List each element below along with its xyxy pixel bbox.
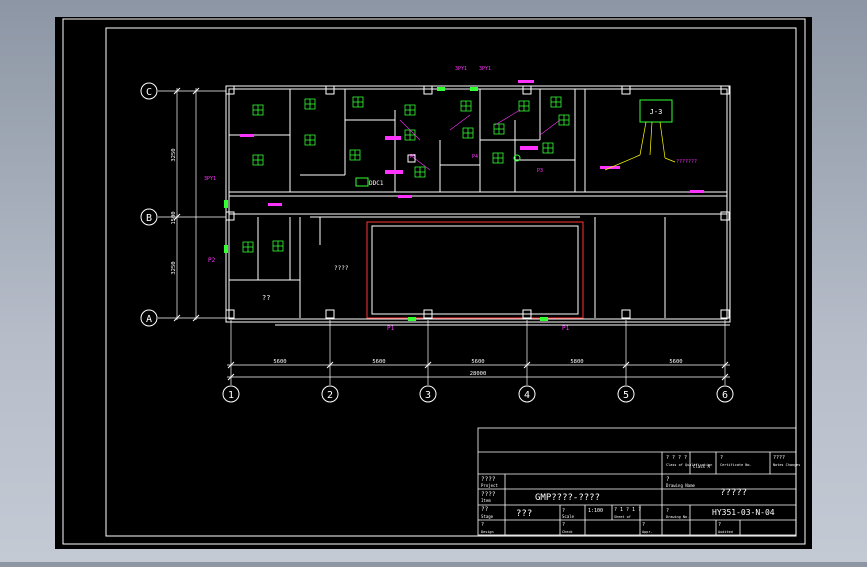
- col-axis-label: 5: [623, 390, 629, 401]
- col-axis-label: 2: [327, 390, 333, 401]
- side-dimension: 3250: [171, 148, 177, 161]
- row-axis-label: C: [146, 87, 152, 98]
- panel-note: ???????: [676, 159, 697, 165]
- drawing-label: ?: [666, 476, 670, 483]
- panel-j3-label: J-3: [650, 108, 663, 116]
- bay-dimension: 5800: [570, 359, 583, 365]
- drawing-value: ?????: [720, 488, 747, 498]
- bay-dimension: 5600: [273, 359, 286, 365]
- design-label: ?: [481, 522, 484, 528]
- item-sub: Item: [481, 498, 491, 503]
- side-dimension: 1500: [171, 211, 177, 224]
- audit-label: ?: [718, 522, 721, 528]
- col-axis-label: 6: [722, 390, 728, 401]
- project-label: ????: [481, 476, 496, 483]
- cad-viewport[interactable]: C B A 1 2 3 4 5 6 5600 5600 5600 5800 56…: [0, 0, 867, 562]
- note-sub: Notes Changes: [773, 463, 800, 467]
- drawing-no-label: ?: [666, 508, 669, 514]
- room-label-lower-left: ??: [262, 294, 270, 302]
- stage-label: ??: [481, 506, 489, 513]
- note-label: ????: [773, 455, 785, 461]
- col-axis-label: 4: [524, 390, 530, 401]
- item-value: ???: [516, 509, 532, 519]
- pump-label: P3: [537, 168, 543, 174]
- approve-sub: Appr.: [642, 530, 653, 534]
- grade-value: Class A: [693, 464, 710, 469]
- drawing-sub: Drawing Name: [666, 483, 695, 488]
- bay-dimension: 5600: [372, 359, 385, 365]
- bay-dimension: 5600: [669, 359, 682, 365]
- room-label-hall: ????: [334, 265, 349, 272]
- pump-label: P4: [472, 154, 478, 160]
- col-axis-label: 3: [425, 390, 431, 401]
- class-label: ? ? ? ?: [666, 455, 687, 461]
- row-axis-label: B: [146, 213, 152, 224]
- drawing-canvas: [55, 17, 812, 549]
- bay-dimension: 5600: [471, 359, 484, 365]
- drawing-no-value: HY351-03-N-04: [712, 508, 775, 517]
- sheet-sub: Sheet of: [614, 515, 631, 519]
- scale-value: 1:100: [588, 508, 603, 514]
- stage-sub: Stage: [481, 514, 494, 519]
- vent-label: 3PY1: [204, 176, 216, 182]
- project-sub: Project: [481, 483, 498, 488]
- vent-label: 3PY1: [455, 66, 467, 72]
- overall-dimension: 28000: [470, 371, 487, 377]
- cert-label: Certificate No.: [720, 463, 752, 467]
- check-label: ?: [562, 522, 565, 528]
- floor-plan-drawing: C B A 1 2 3 4 5 6 5600 5600 5600 5800 56…: [55, 17, 812, 549]
- side-dimension: 3250: [171, 261, 177, 274]
- drawing-no-sub: Drawing No.: [666, 515, 689, 519]
- cert-value: ?: [720, 455, 723, 461]
- project-value: GMP????-????: [535, 493, 600, 503]
- item-label: ????: [481, 491, 496, 498]
- audit-sub: Audited: [718, 530, 733, 534]
- col-axis-label: 1: [228, 390, 234, 401]
- row-axis-label: A: [146, 314, 152, 325]
- pump-label: P1: [562, 325, 570, 332]
- pump-label: P1: [387, 325, 395, 332]
- check-sub: Check: [562, 530, 573, 534]
- door-label: DDC1: [369, 180, 384, 187]
- approve-label: ?: [642, 522, 645, 528]
- scale-sub: Scale: [562, 514, 575, 519]
- sheet-label: ? 1 ? 1 ?: [614, 507, 641, 513]
- pump-label: P2: [208, 257, 216, 264]
- design-sub: Design: [481, 530, 494, 534]
- vent-label: 3PY1: [479, 66, 491, 72]
